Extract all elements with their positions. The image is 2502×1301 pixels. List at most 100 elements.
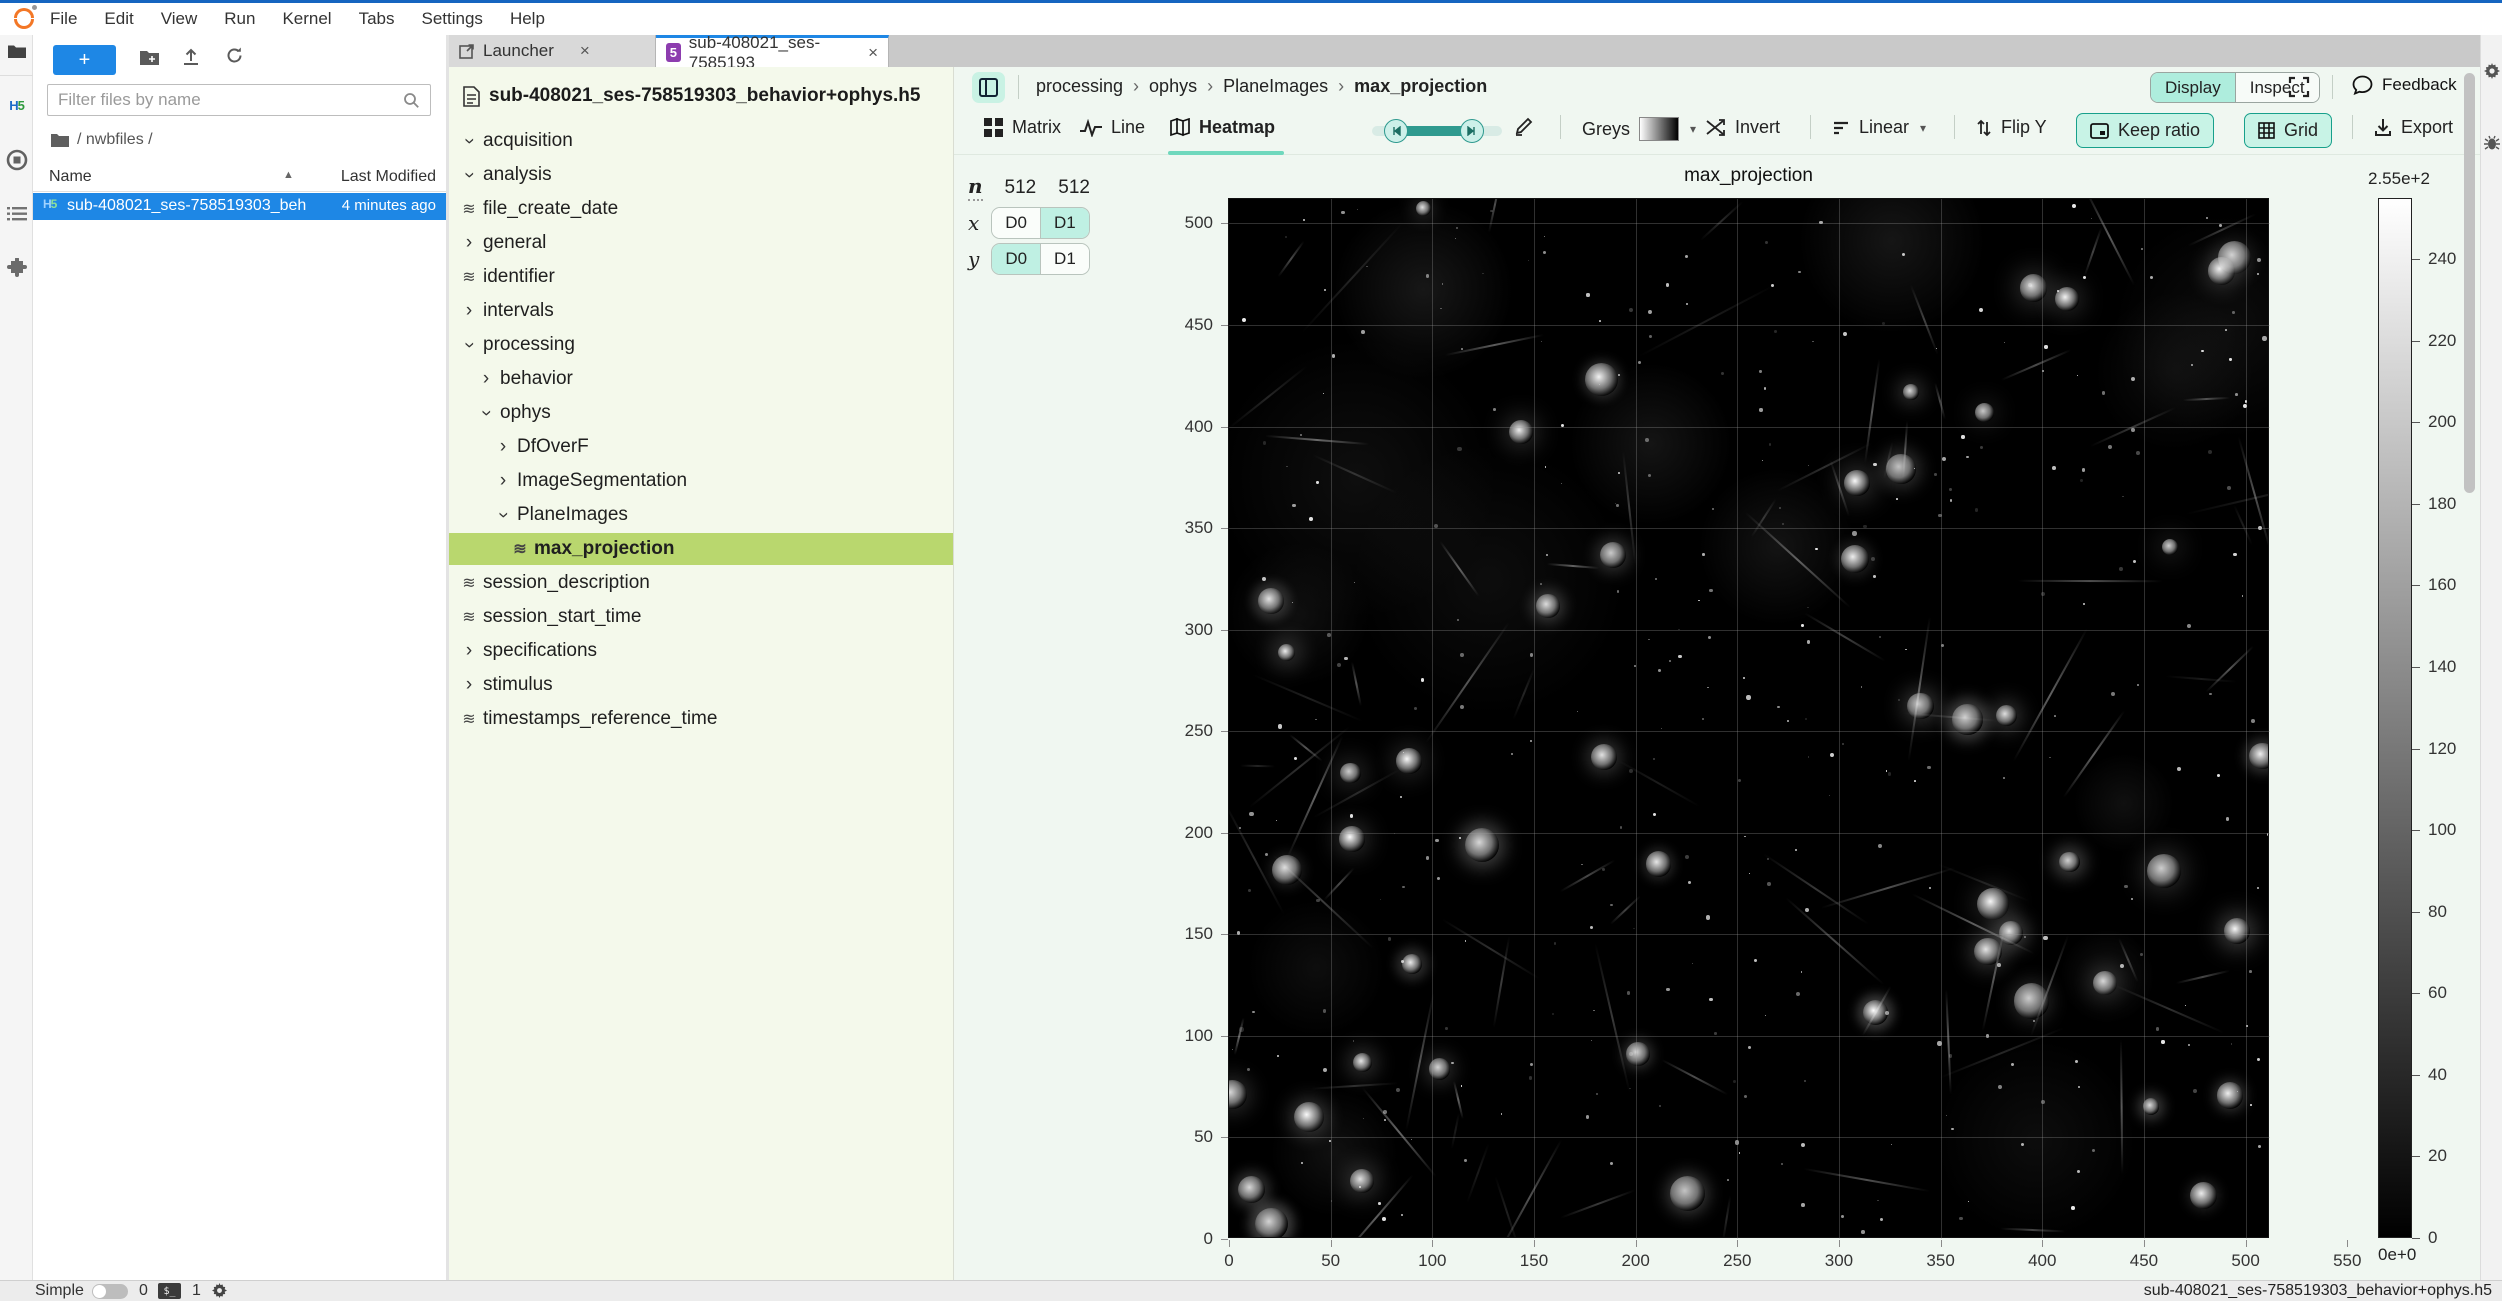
menu-tabs[interactable]: Tabs (359, 9, 395, 29)
table-of-contents-icon[interactable] (4, 201, 29, 226)
close-icon[interactable]: × (580, 41, 590, 61)
x-tick-mark (1432, 1240, 1433, 1247)
image-texture (2185, 1005, 2186, 1006)
simple-mode-toggle[interactable] (92, 1284, 128, 1299)
extension-manager-icon[interactable] (4, 255, 29, 280)
colormap-select[interactable]: Greys ▾ (1582, 117, 1696, 141)
image-texture (2093, 971, 2117, 995)
close-icon[interactable]: × (868, 43, 878, 63)
tab-heatmap[interactable]: Heatmap (1170, 117, 1275, 138)
running-kernels-icon[interactable] (4, 147, 29, 172)
column-name[interactable]: Name (49, 168, 92, 186)
new-launcher-button[interactable]: + (53, 45, 116, 75)
upload-button[interactable] (182, 47, 200, 66)
tree-item-acquisition[interactable]: ›acquisition (449, 125, 954, 157)
image-texture (1457, 447, 1461, 451)
tree-item-stimulus[interactable]: ›stimulus (449, 669, 954, 701)
kernel-status-icon[interactable] (212, 1283, 227, 1298)
tab-line[interactable]: Line (1080, 117, 1145, 138)
tree-item-general[interactable]: ›general (449, 227, 954, 259)
colorbar[interactable] (2378, 198, 2412, 1238)
image-texture (1329, 1140, 1331, 1142)
x-dim-d0-button[interactable]: D0 (992, 208, 1040, 238)
keep-ratio-toggle[interactable]: Keep ratio (2076, 113, 2214, 148)
menu-file[interactable]: File (50, 9, 77, 29)
h5-file-title[interactable]: sub-408021_ses-758519303_behavior+ophys.… (463, 85, 920, 107)
sidebar-toggle-button[interactable] (972, 72, 1005, 103)
image-texture (2059, 852, 2079, 872)
property-inspector-gear-icon[interactable] (2481, 63, 2502, 79)
refresh-button[interactable] (225, 46, 244, 65)
file-row-selected[interactable]: H5 sub-408021_ses-758519303_beha… 4 minu… (33, 193, 446, 220)
image-texture (1451, 1062, 1453, 1064)
breadcrumb-processing[interactable]: processing (1036, 76, 1123, 97)
image-texture (1864, 358, 1880, 464)
sort-ascending-icon[interactable]: ▲ (283, 169, 294, 181)
heatmap-plot[interactable]: 0501001502002503003504004505005500501001… (1228, 198, 2269, 1238)
tab-matrix[interactable]: Matrix (984, 117, 1061, 138)
breadcrumb-ophys[interactable]: ophys (1149, 76, 1197, 97)
invert-colormap-button[interactable]: Invert (1706, 117, 1780, 138)
fullscreen-button[interactable] (2288, 76, 2310, 98)
image-texture (1309, 517, 1313, 521)
dataset-breadcrumb[interactable]: processing›ophys›PlaneImages›max_project… (1036, 76, 1487, 97)
jupyter-logo-icon (12, 7, 36, 31)
tree-item-session_start_time[interactable]: ≋session_start_time (449, 601, 954, 633)
terminal-icon[interactable]: $_ (158, 1283, 181, 1299)
tree-item-identifier[interactable]: ≋identifier (449, 261, 954, 293)
breadcrumb-PlaneImages[interactable]: PlaneImages (1223, 76, 1328, 97)
tree-item-intervals[interactable]: ›intervals (449, 295, 954, 327)
tree-item-timestamps_reference_time[interactable]: ≋timestamps_reference_time (449, 703, 954, 735)
grid-toggle[interactable]: Grid (2244, 113, 2332, 148)
breadcrumb-max_projection[interactable]: max_projection (1354, 76, 1487, 97)
menu-settings[interactable]: Settings (422, 9, 483, 29)
image-texture (2227, 486, 2231, 490)
tree-item-analysis[interactable]: ›analysis (449, 159, 954, 191)
tree-item-ImageSegmentation[interactable]: ›ImageSegmentation (449, 465, 954, 497)
flip-y-button[interactable]: Flip Y (1976, 117, 2047, 138)
y-dim-d1-button[interactable]: D1 (1040, 244, 1089, 274)
menu-help[interactable]: Help (510, 9, 545, 29)
image-texture (1843, 332, 1847, 336)
tree-item-session_description[interactable]: ≋session_description (449, 567, 954, 599)
slider-max-handle[interactable] (1460, 119, 1484, 143)
hdf5-browser-icon[interactable]: H5 (4, 93, 29, 118)
tree-item-ophys[interactable]: ›ophys (449, 397, 954, 429)
tree-item-DfOverF[interactable]: ›DfOverF (449, 431, 954, 463)
display-mode-button[interactable]: Display (2151, 73, 2235, 102)
tree-item-behavior[interactable]: ›behavior (449, 363, 954, 395)
tree-item-specifications[interactable]: ›specifications (449, 635, 954, 667)
image-texture (1459, 837, 1461, 839)
column-last-modified[interactable]: Last Modified (341, 168, 436, 186)
menu-edit[interactable]: Edit (104, 9, 133, 29)
file-browser-icon[interactable] (4, 38, 29, 63)
file-browser-breadcrumb[interactable]: / nwbfiles / (51, 131, 153, 149)
domain-slider[interactable] (1372, 119, 1502, 143)
debugger-bug-icon[interactable] (2481, 135, 2502, 151)
edit-domain-button[interactable] (1514, 117, 1533, 136)
slider-min-handle[interactable] (1384, 119, 1408, 143)
tab-h5-file[interactable]: 5 sub-408021_ses-7585193 × (656, 35, 889, 67)
new-folder-button[interactable] (139, 49, 160, 66)
image-texture (1649, 335, 1652, 338)
menu-kernel[interactable]: Kernel (282, 9, 331, 29)
scale-select[interactable]: Linear ▾ (1832, 117, 1926, 138)
tree-item-max_projection[interactable]: ≋max_projection (449, 533, 954, 565)
export-menu[interactable]: Export ▾ (2374, 117, 2470, 138)
y-dim-d0-button[interactable]: D0 (992, 244, 1040, 274)
filter-files-input[interactable]: Filter files by name (47, 84, 431, 116)
tree-item-PlaneImages[interactable]: ›PlaneImages (449, 499, 954, 531)
tab-launcher[interactable]: Launcher × (449, 35, 656, 67)
feedback-button[interactable]: Feedback (2352, 75, 2457, 95)
x-dim-d1-button[interactable]: D1 (1040, 208, 1089, 238)
tree-item-file_create_date[interactable]: ≋file_create_date (449, 193, 954, 225)
tree-item-processing[interactable]: ›processing (449, 329, 954, 361)
image-texture (1688, 881, 1691, 884)
image-texture (2156, 1027, 2160, 1031)
scrollbar-thumb[interactable] (2464, 73, 2475, 493)
image-texture (2209, 693, 2212, 696)
menu-view[interactable]: View (161, 9, 198, 29)
chevron-right-icon: › (493, 436, 513, 458)
colorbar-tick-label: 180 (2428, 494, 2456, 514)
menu-run[interactable]: Run (224, 9, 255, 29)
